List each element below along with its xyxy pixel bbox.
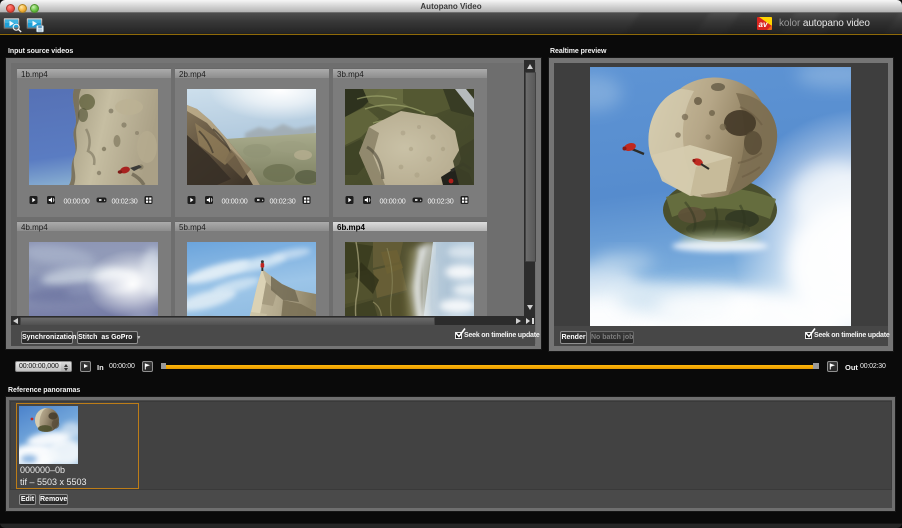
svg-text:00:00:00: 00:00:00 — [380, 197, 406, 206]
svg-text:00:02:30: 00:02:30 — [428, 197, 454, 206]
svg-text:00:02:30: 00:02:30 — [270, 197, 296, 206]
svg-text:00:00:00: 00:00:00 — [64, 197, 90, 206]
svg-text:00:02:30: 00:02:30 — [112, 197, 138, 206]
svg-text:00:00:00: 00:00:00 — [222, 197, 248, 206]
